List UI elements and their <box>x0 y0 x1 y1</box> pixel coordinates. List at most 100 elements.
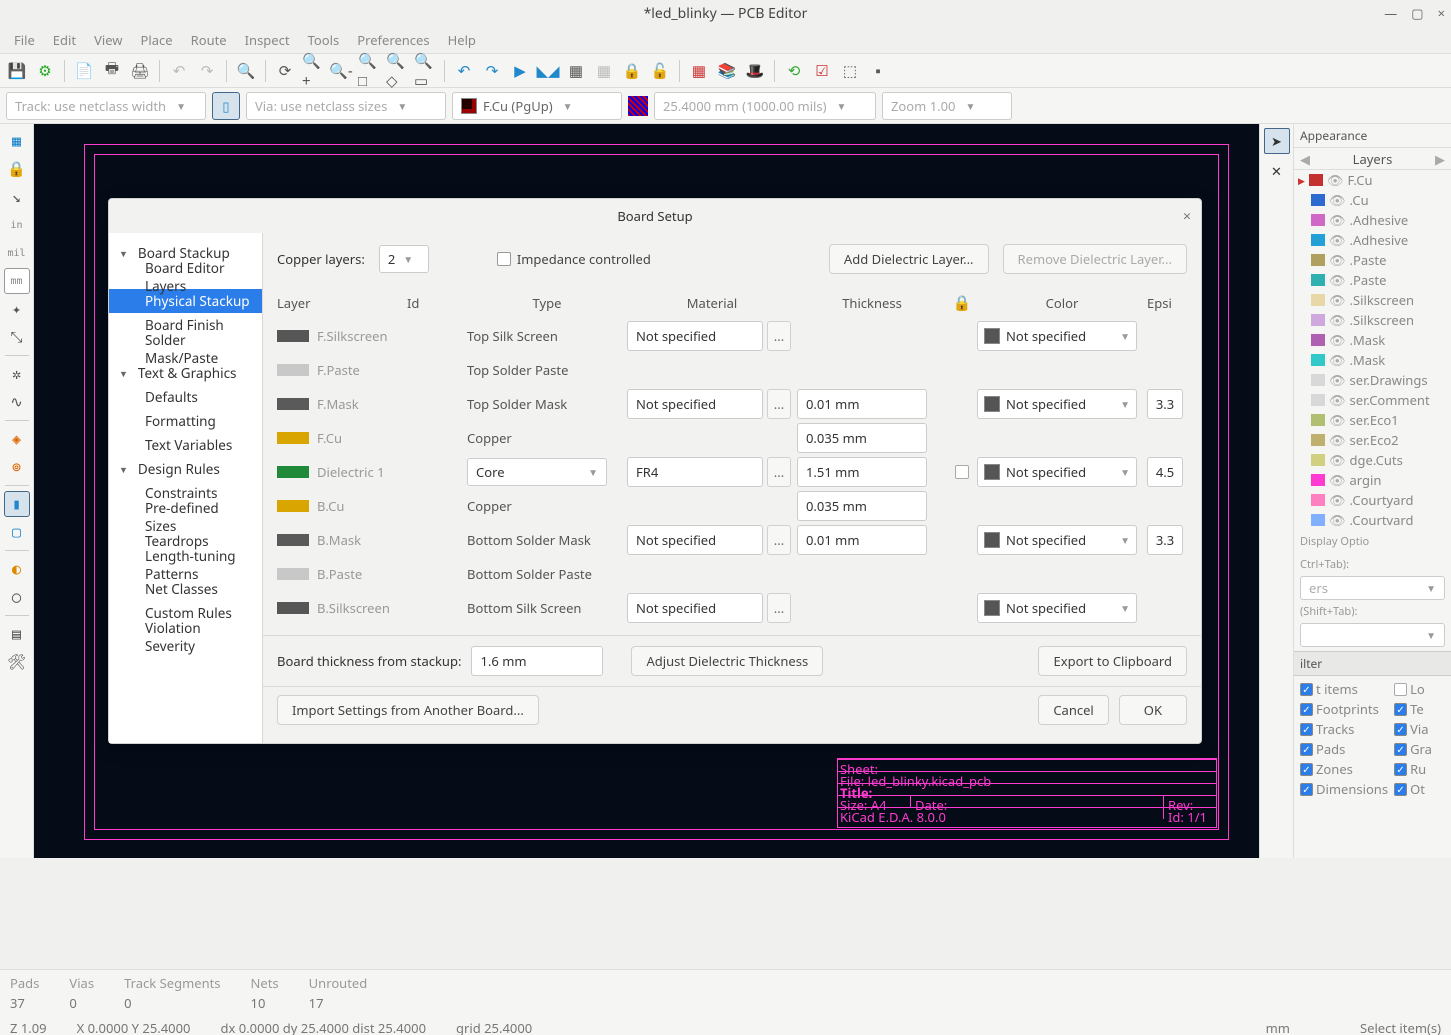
material-input[interactable]: Not specified <box>627 593 763 623</box>
thickness-input[interactable]: 0.01 mm <box>797 389 927 419</box>
thickness-input[interactable]: 1.51 mm <box>797 457 927 487</box>
material-input[interactable]: Not specified <box>627 321 763 351</box>
copper-layers-select[interactable]: 2▼ <box>379 245 429 273</box>
menu-inspect[interactable]: Inspect <box>237 27 298 53</box>
zoom-select[interactable]: Zoom 1.00▼ <box>882 92 1012 120</box>
nav-item[interactable]: Formatting <box>109 409 262 433</box>
nav-item[interactable]: Text Variables <box>109 433 262 457</box>
page-settings-icon[interactable]: 📄 <box>73 60 95 82</box>
layer-row[interactable]: 👁.Adhesive <box>1294 230 1451 250</box>
net-highlight-icon[interactable]: ▢ <box>4 519 30 545</box>
color-select[interactable]: Not specified▼ <box>977 525 1137 555</box>
zoom-selection-icon[interactable]: 🔍▭ <box>414 60 436 82</box>
undo-icon[interactable]: ↶ <box>168 60 190 82</box>
layer-row[interactable]: 👁ser.Drawings <box>1294 370 1451 390</box>
color-select[interactable]: Not specified▼ <box>977 321 1137 351</box>
group-icon[interactable]: ▦ <box>565 60 587 82</box>
zoom-in-icon[interactable]: 🔍+ <box>302 60 324 82</box>
nav-group[interactable]: Design Rules <box>109 457 262 481</box>
outline-zones-icon[interactable]: ◈ <box>4 426 30 452</box>
menu-tools[interactable]: Tools <box>300 27 348 53</box>
select-tool-icon[interactable]: ➤ <box>1264 128 1290 154</box>
board-setup-icon[interactable]: ⚙ <box>34 60 56 82</box>
epsilon-input[interactable]: 3.3 <box>1147 389 1183 419</box>
force-45-icon[interactable]: ⤡ <box>4 324 30 350</box>
filter-checkbox[interactable]: t items <box>1300 680 1388 698</box>
footprint-browser-icon[interactable]: 📚 <box>716 60 738 82</box>
filter-checkbox[interactable]: Lo <box>1394 680 1445 698</box>
scripting-icon[interactable]: ▪ <box>867 60 889 82</box>
maximize-button[interactable]: ▢ <box>1411 4 1423 22</box>
zoom-fit-icon[interactable]: 🔍□ <box>358 60 380 82</box>
nav-item[interactable]: Pre-defined Sizes <box>109 505 262 529</box>
properties-icon[interactable]: 🛠 <box>4 649 30 675</box>
layer-row[interactable]: 👁.Cu <box>1294 190 1451 210</box>
via-size-select[interactable]: Via: use netclass sizes▼ <box>246 92 446 120</box>
refresh-icon[interactable]: ⟳ <box>274 60 296 82</box>
filter-checkbox[interactable]: Pads <box>1300 740 1388 758</box>
material-input[interactable]: Not specified <box>627 525 763 555</box>
layer-select[interactable]: F.Cu (PgUp)▼ <box>452 92 622 120</box>
save-icon[interactable]: 💾 <box>6 60 28 82</box>
export-clipboard-button[interactable]: Export to Clipboard <box>1038 646 1187 676</box>
layer-row[interactable]: 👁.Courtvard <box>1294 510 1451 530</box>
menu-place[interactable]: Place <box>133 27 181 53</box>
add-dielectric-button[interactable]: Add Dielectric Layer... <box>829 244 989 274</box>
color-select[interactable]: Not specified▼ <box>977 389 1137 419</box>
filter-checkbox[interactable]: Ot <box>1394 780 1445 798</box>
menu-view[interactable]: View <box>86 27 130 53</box>
zone-fill-icon[interactable]: ◐ <box>4 556 30 582</box>
tab-layers[interactable]: Layers <box>1318 150 1427 168</box>
track-width-select[interactable]: Track: use netclass width▼ <box>6 92 206 120</box>
epsilon-input[interactable]: 3.3 <box>1147 525 1183 555</box>
auto-track-width-toggle[interactable]: ▯ <box>212 92 240 120</box>
layer-row[interactable]: 👁.Adhesive <box>1294 210 1451 230</box>
outline-vias-icon[interactable]: ⊚ <box>4 454 30 480</box>
board-thickness-input[interactable]: 1.6 mm <box>471 646 603 676</box>
nav-item[interactable]: Violation Severity <box>109 625 262 649</box>
layer-row[interactable]: 👁dge.Cuts <box>1294 450 1451 470</box>
layer-row[interactable]: 👁ser.Comment <box>1294 390 1451 410</box>
zoom-out-icon[interactable]: 🔍- <box>330 60 352 82</box>
material-browse-button[interactable]: ... <box>767 525 791 555</box>
close-button[interactable]: × <box>1438 4 1445 22</box>
high-contrast-icon[interactable]: ▮ <box>4 491 30 517</box>
viewport-select[interactable]: ▼ <box>1300 623 1445 647</box>
impedance-checkbox[interactable]: Impedance controlled <box>497 250 651 268</box>
mirror-v-icon[interactable]: ▶ <box>509 60 531 82</box>
ungroup-icon[interactable]: ▦ <box>593 60 615 82</box>
remove-dielectric-button[interactable]: Remove Dielectric Layer... <box>1003 244 1187 274</box>
layer-row[interactable]: 👁.Mask <box>1294 330 1451 350</box>
zone-outline-icon[interactable]: ◯ <box>4 584 30 610</box>
ok-button[interactable]: OK <box>1119 695 1187 725</box>
grid-show-icon[interactable]: ▦ <box>4 128 30 154</box>
grid-select[interactable]: 25.4000 mm (1000.00 mils)▼ <box>654 92 876 120</box>
cursor-shape-icon[interactable]: ✦ <box>4 296 30 322</box>
drc-icon[interactable]: ☑ <box>811 60 833 82</box>
curved-ratsnest-icon[interactable]: ∿ <box>4 389 30 415</box>
nav-item[interactable]: Board Editor Layers <box>109 265 262 289</box>
rotate-ccw-icon[interactable]: ↶ <box>453 60 475 82</box>
dialog-close-icon[interactable]: × <box>1183 207 1191 226</box>
filter-checkbox[interactable]: Te <box>1394 700 1445 718</box>
units-mm-icon[interactable]: mm <box>4 268 30 294</box>
layer-row[interactable]: 👁ser.Eco1 <box>1294 410 1451 430</box>
nav-item[interactable]: Physical Stackup <box>109 289 262 313</box>
material-browse-button[interactable]: ... <box>767 593 791 623</box>
import-settings-button[interactable]: Import Settings from Another Board... <box>277 695 539 725</box>
find-icon[interactable]: 🔍 <box>235 60 257 82</box>
unlock-icon[interactable]: 🔓 <box>649 60 671 82</box>
redo-icon[interactable]: ↷ <box>196 60 218 82</box>
layer-row[interactable]: ▶👁F.Cu <box>1294 170 1451 190</box>
3d-viewer-icon[interactable]: 🎩 <box>744 60 766 82</box>
thickness-input[interactable]: 0.01 mm <box>797 525 927 555</box>
ratsnest-icon[interactable]: ✲ <box>4 361 30 387</box>
filter-checkbox[interactable]: Zones <box>1300 760 1388 778</box>
layer-row[interactable]: 👁.Paste <box>1294 250 1451 270</box>
mirror-h-icon[interactable]: ◣◢ <box>537 60 559 82</box>
layers-manager-icon[interactable]: ▤ <box>4 621 30 647</box>
thickness-input[interactable]: 0.035 mm <box>797 491 927 521</box>
layer-row[interactable]: 👁.Mask <box>1294 350 1451 370</box>
rotate-cw-icon[interactable]: ↷ <box>481 60 503 82</box>
material-browse-button[interactable]: ... <box>767 321 791 351</box>
